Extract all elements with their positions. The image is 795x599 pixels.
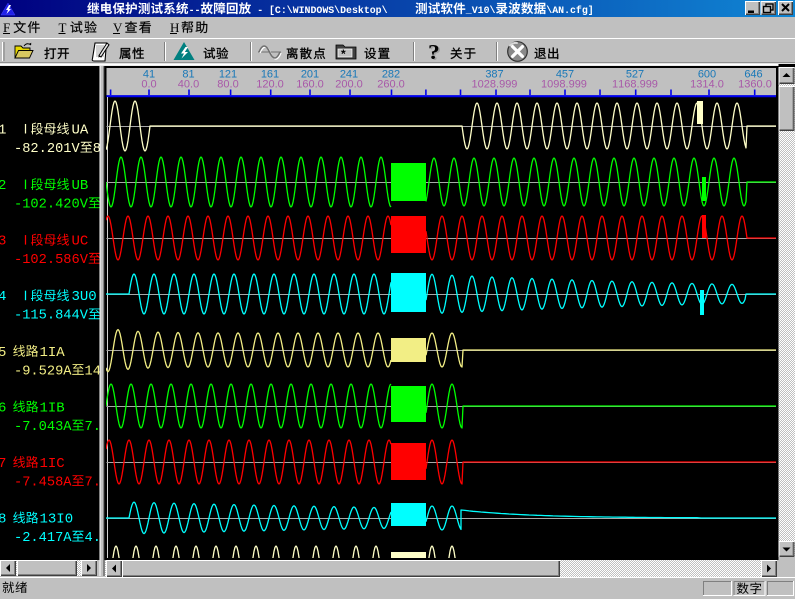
svg-text:3U0: 3U0 [72,289,97,305]
svg-text:1IA: 1IA [40,345,66,361]
svg-text:7: 7 [0,456,6,472]
svg-text:[C:\WINDOWS\Desktop\: [C:\WINDOWS\Desktop\ [269,5,388,16]
svg-text:*: * [341,47,346,61]
svg-text:6: 6 [0,400,6,416]
svg-text:F: F [3,20,10,35]
svg-text:1: 1 [0,123,6,139]
svg-text:1098.999: 1098.999 [541,79,587,91]
svg-text:UB: UB [72,178,89,194]
svg-text:_V10\: _V10\ [465,5,496,16]
svg-text:-9.529A: -9.529A [14,364,72,379]
svg-text:-2.417A: -2.417A [14,531,72,546]
svg-text:T: T [59,20,67,35]
svg-text:-7.043A: -7.043A [14,420,72,435]
svg-text:5: 5 [0,345,6,361]
svg-text:V: V [113,20,123,35]
svg-text:1IB: 1IB [40,400,65,416]
svg-text:-115.844V: -115.844V [14,309,89,324]
svg-text:-102.420V: -102.420V [14,198,89,213]
svg-text:-82.201V: -82.201V [14,142,80,157]
svg-text:1314.0: 1314.0 [690,79,724,91]
svg-text:1168.999: 1168.999 [612,79,658,91]
svg-text:\AN.cfg]: \AN.cfg] [546,5,593,16]
svg-text:120.0: 120.0 [256,79,284,91]
svg-text:-102.586V: -102.586V [14,253,89,268]
svg-text:0.0: 0.0 [141,79,156,91]
svg-text:13I0: 13I0 [40,512,74,528]
svg-text:?: ? [428,40,440,64]
svg-text:7.: 7. [85,420,101,435]
svg-text:8: 8 [0,512,6,528]
svg-text:-7.458A: -7.458A [14,475,72,490]
svg-text:200.0: 200.0 [335,79,363,91]
svg-text:14: 14 [85,364,101,379]
svg-text:UA: UA [72,123,89,139]
svg-text:260.0: 260.0 [377,79,405,91]
svg-text:160.0: 160.0 [296,79,324,91]
svg-text:-: - [257,5,263,16]
svg-text:1360.0: 1360.0 [738,79,772,91]
svg-text:4.: 4. [85,531,101,546]
svg-text:UC: UC [72,234,89,250]
svg-text:1IC: 1IC [40,456,65,472]
svg-text:4: 4 [0,289,6,305]
svg-text:2: 2 [0,178,6,194]
svg-text:7.: 7. [85,475,101,490]
svg-text:40.0: 40.0 [178,79,199,91]
svg-text:--: -- [189,5,201,16]
svg-text:H: H [170,20,179,35]
svg-text:80.0: 80.0 [217,79,238,91]
svg-text:1028.999: 1028.999 [472,79,518,91]
svg-text:3: 3 [0,234,6,250]
